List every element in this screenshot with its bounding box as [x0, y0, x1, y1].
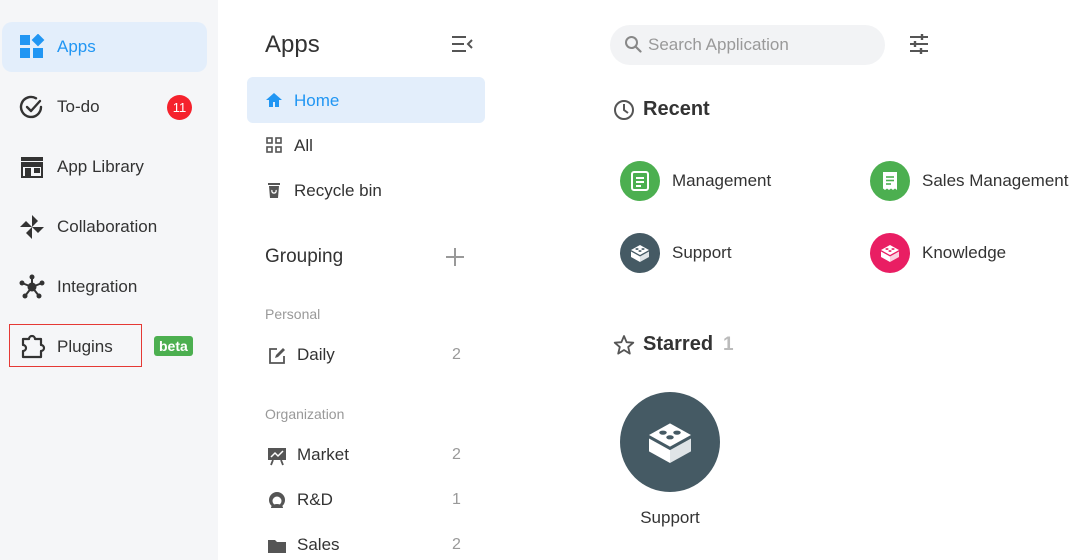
apps-sidebar: Apps Home All Recycle bin Grouping Perso… — [218, 0, 508, 560]
recent-section-header: Recent — [613, 98, 710, 121]
recent-title: Recent — [643, 98, 710, 120]
starred-section-header: Starred 1 — [613, 333, 734, 356]
search-box — [610, 25, 885, 65]
app-label: Support — [640, 508, 700, 527]
group-count: 1 — [452, 491, 461, 508]
group-label: Daily — [297, 345, 335, 364]
group-count: 2 — [452, 346, 461, 363]
recent-app-knowledge[interactable]: Knowledge — [870, 233, 1006, 273]
nav-item-todo[interactable]: To-do 11 — [2, 82, 207, 132]
nav-item-collaboration[interactable]: Collaboration — [2, 202, 207, 252]
nav-item-app-library[interactable]: App Library — [2, 142, 207, 192]
group-item-market[interactable]: Market 2 — [247, 436, 485, 476]
sidebar-item-label: Recycle bin — [294, 181, 382, 200]
person-headset-icon — [267, 491, 287, 511]
receipt-icon — [870, 161, 910, 201]
group-count: 2 — [452, 536, 461, 553]
starred-app-support[interactable]: Support — [620, 392, 720, 527]
nav-item-label: Plugins — [57, 337, 113, 356]
recent-app-sales-management[interactable]: Sales Management — [870, 161, 1068, 201]
collapse-menu-icon — [452, 36, 473, 52]
sidebar-title: Apps — [265, 31, 320, 58]
add-group-button[interactable] — [444, 246, 466, 268]
nav-item-label: To-do — [57, 97, 100, 116]
store-icon — [18, 154, 46, 180]
group-label: Sales — [297, 535, 340, 554]
group-item-sales[interactable]: Sales 2 — [247, 526, 485, 560]
building-block-icon — [620, 233, 660, 273]
group-count: 2 — [452, 446, 461, 463]
sidebar-item-home[interactable]: Home — [247, 77, 485, 123]
group-label: R&D — [297, 490, 333, 509]
starred-title: Starred — [643, 333, 714, 355]
nav-item-label: Integration — [57, 277, 138, 296]
sidebar-item-label: All — [294, 136, 313, 155]
edit-note-icon — [267, 346, 287, 366]
trash-icon — [265, 181, 283, 199]
apps-grid-icon — [18, 34, 46, 60]
group-item-daily[interactable]: Daily 2 — [247, 336, 485, 376]
nav-item-integration[interactable]: Integration — [2, 262, 207, 312]
home-icon — [265, 91, 283, 109]
search-icon — [625, 36, 642, 53]
sidebar-item-label: Home — [294, 91, 340, 110]
organization-section-label: Organization — [265, 406, 345, 422]
plus-icon — [446, 248, 464, 266]
nav-item-label: Collaboration — [57, 217, 158, 236]
check-circle-icon — [18, 94, 46, 120]
network-hub-icon — [18, 274, 46, 300]
recent-app-management[interactable]: Management — [620, 161, 771, 201]
starred-count: 1 — [723, 333, 734, 355]
grid-icon — [265, 136, 283, 154]
app-label: Support — [672, 243, 732, 262]
star-outline-icon — [613, 334, 635, 356]
nav-item-apps[interactable]: Apps — [2, 22, 207, 72]
recent-app-support[interactable]: Support — [620, 233, 732, 273]
beta-badge: beta — [154, 336, 193, 356]
app-label: Sales Management — [922, 171, 1069, 190]
sidebar-item-all[interactable]: All — [247, 122, 485, 168]
grouping-title: Grouping — [265, 246, 344, 267]
building-block-icon — [620, 392, 720, 492]
primary-nav: Apps To-do 11 App Library Collaboration … — [0, 0, 218, 560]
document-icon — [620, 161, 660, 201]
collapse-sidebar-button[interactable] — [450, 33, 474, 55]
puzzle-icon — [18, 334, 46, 360]
filter-settings-button[interactable] — [907, 32, 931, 56]
app-label: Knowledge — [922, 243, 1007, 262]
building-block-icon — [870, 233, 910, 273]
pinwheel-icon — [18, 214, 46, 240]
search-input[interactable] — [648, 25, 873, 65]
clock-icon — [613, 99, 635, 121]
folder-icon — [267, 536, 287, 556]
nav-item-label: App Library — [57, 157, 144, 176]
group-item-rd[interactable]: R&D 1 — [247, 481, 485, 521]
presentation-chart-icon — [267, 446, 287, 466]
app-label: Management — [672, 171, 772, 190]
sidebar-item-recycle-bin[interactable]: Recycle bin — [247, 167, 485, 213]
nav-item-plugins[interactable]: Plugins beta — [2, 322, 207, 372]
nav-item-label: Apps — [57, 37, 96, 56]
sliders-icon — [910, 34, 928, 54]
personal-section-label: Personal — [265, 306, 321, 322]
group-label: Market — [297, 445, 349, 464]
todo-count-badge: 11 — [167, 95, 192, 120]
